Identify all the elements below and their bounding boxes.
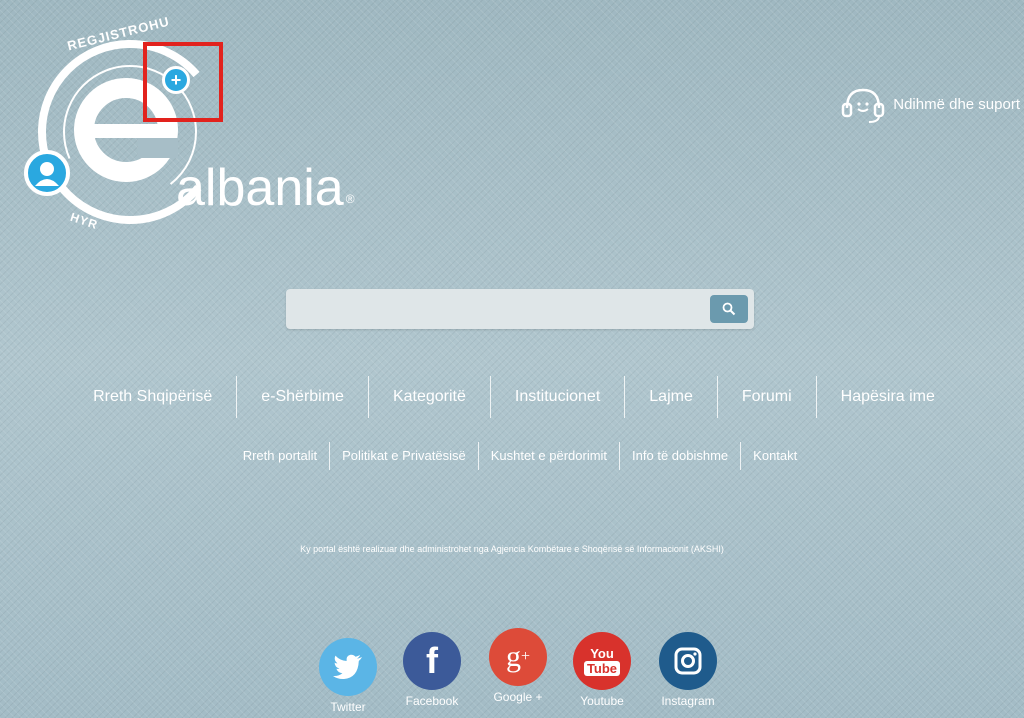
user-icon [35, 162, 59, 186]
social-google-plus[interactable]: g + Google + [488, 628, 548, 704]
subnav-item-useful-info[interactable]: Info të dobishme [619, 442, 740, 470]
facebook-icon: f [403, 632, 461, 690]
search-button[interactable] [710, 295, 748, 323]
nav-item-institutions[interactable]: Institucionet [489, 376, 624, 418]
nav-item-about-albania[interactable]: Rreth Shqipërisë [69, 376, 236, 418]
nav-item-categories[interactable]: Kategoritë [367, 376, 490, 418]
headset-icon [842, 88, 885, 123]
nav-item-news[interactable]: Lajme [624, 376, 717, 418]
search-icon [722, 302, 736, 316]
brand-name: albania ® [176, 162, 355, 214]
instagram-icon [659, 632, 717, 690]
social-twitter[interactable]: Twitter [318, 638, 378, 714]
login-user-button[interactable] [24, 150, 70, 196]
search-bar [286, 289, 754, 329]
social-youtube[interactable]: You Tube Youtube [572, 632, 632, 708]
page: REGJISTROHU HYR albania ® + Ndihmë dhe su… [0, 0, 1024, 718]
subnav-item-about-portal[interactable]: Rreth portalit [231, 442, 329, 470]
nav-item-my-space[interactable]: Hapësira ime [815, 376, 959, 418]
social-facebook[interactable]: f Facebook [402, 632, 462, 708]
social-label-youtube: Youtube [580, 694, 624, 708]
highlight-box [143, 42, 223, 122]
social-label-twitter: Twitter [330, 700, 366, 714]
nav-item-forum[interactable]: Forumi [716, 376, 816, 418]
brand-text: albania [176, 159, 344, 217]
google-plus-icon: g + [489, 628, 547, 686]
nav-item-e-services[interactable]: e-Shërbime [236, 376, 368, 418]
search-input[interactable] [286, 289, 696, 329]
social-links: Twitter f Facebook g + Google + You Tube … [316, 628, 736, 718]
help-support-link[interactable]: Ndihmë dhe suport [839, 84, 1020, 124]
subnav-item-contact[interactable]: Kontakt [740, 442, 809, 470]
footer-note: Ky portal është realizuar dhe administro… [300, 544, 724, 554]
help-support-label: Ndihmë dhe suport [893, 95, 1020, 113]
social-label-google-plus: Google + [493, 690, 543, 704]
registered-mark: ® [345, 192, 355, 206]
secondary-nav: Rreth portalit Politikat e Privatësisë K… [190, 442, 850, 470]
twitter-icon [319, 638, 377, 696]
social-label-facebook: Facebook [405, 694, 459, 708]
subnav-item-terms[interactable]: Kushtet e përdorimit [477, 442, 619, 470]
social-label-instagram: Instagram [661, 694, 715, 708]
main-nav: Rreth Shqipërisë e-Shërbime Kategoritë I… [64, 376, 964, 418]
social-instagram[interactable]: Instagram [658, 632, 718, 708]
subnav-item-privacy[interactable]: Politikat e Privatësisë [329, 442, 478, 470]
youtube-icon: You Tube [573, 632, 631, 690]
